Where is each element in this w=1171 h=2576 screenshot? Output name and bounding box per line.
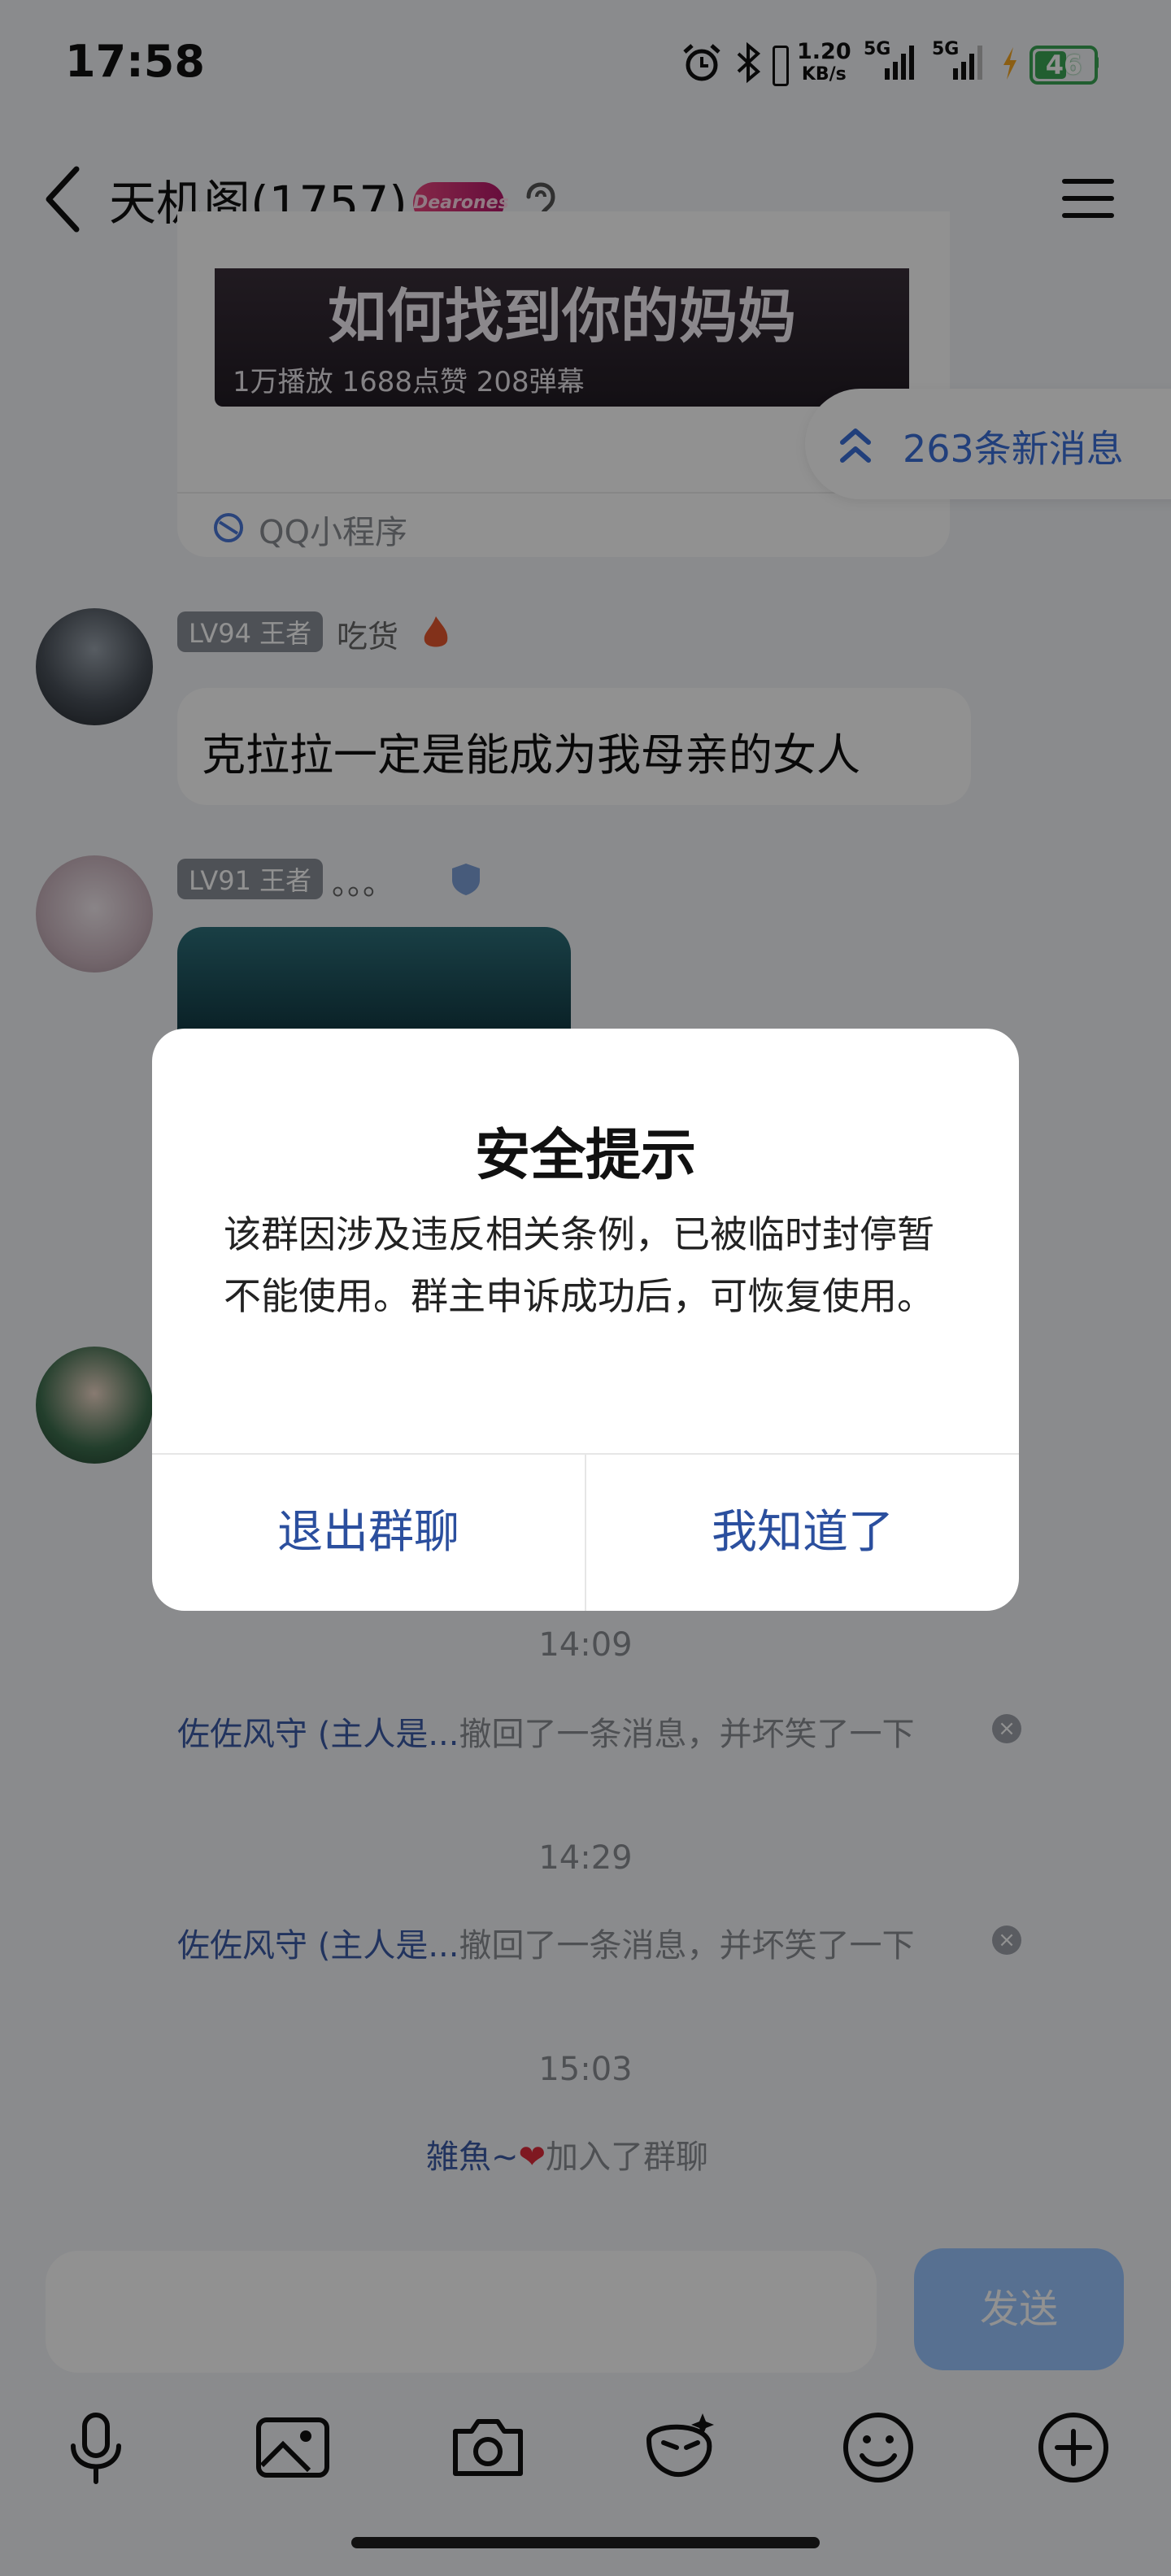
exit-group-button[interactable]: 退出群聊 (152, 1455, 585, 1611)
home-indicator[interactable] (351, 2537, 820, 2548)
dialog-title: 安全提示 (474, 1124, 696, 1188)
dialog-message: 该群因涉及违反相关条例，已被临时封停暂不能使用。群主申诉成功后，可恢复使用。 (224, 1212, 934, 1318)
security-alert-dialog: 安全提示 该群因涉及违反相关条例，已被临时封停暂不能使用。群主申诉成功后，可恢复… (152, 1029, 1019, 1611)
acknowledge-button[interactable]: 我知道了 (586, 1455, 1019, 1611)
